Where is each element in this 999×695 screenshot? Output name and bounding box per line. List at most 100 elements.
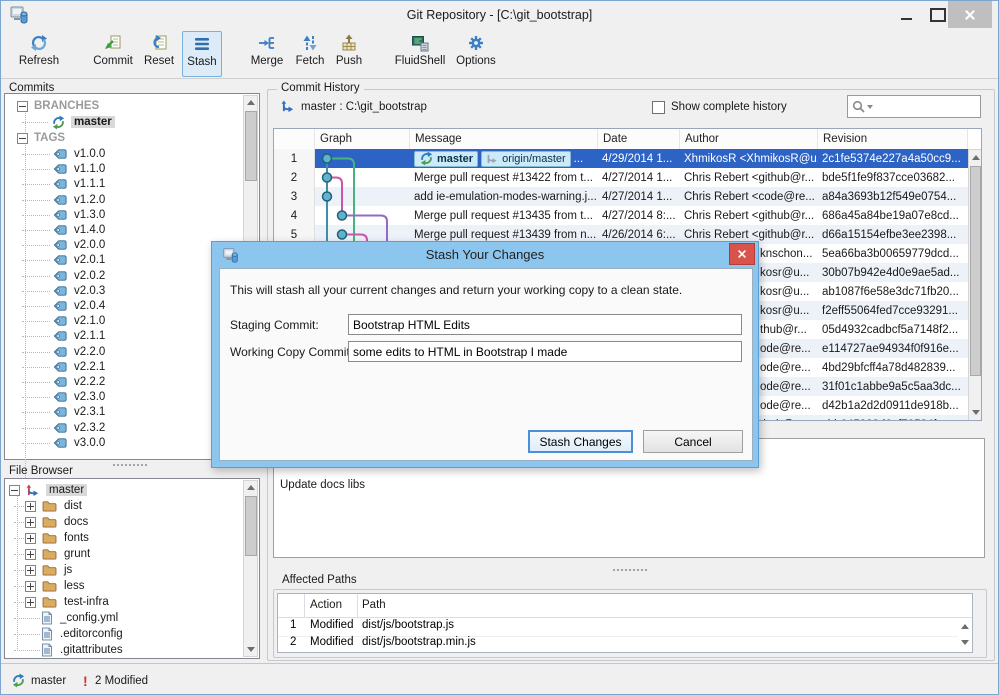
tree-item-folder[interactable]: test-infra bbox=[25, 594, 109, 610]
collapse-icon[interactable] bbox=[17, 133, 28, 144]
affected-path-row[interactable]: 2Modifieddist/js/bootstrap.min.js bbox=[278, 636, 958, 654]
column-header-graph[interactable]: Graph bbox=[315, 129, 410, 149]
column-header-date[interactable]: Date bbox=[598, 129, 680, 149]
tree-item-tag[interactable]: v1.2.0 bbox=[53, 192, 105, 208]
tree-item-tag[interactable]: v2.3.0 bbox=[53, 389, 105, 405]
merge-button[interactable]: Merge bbox=[246, 31, 288, 75]
expand-icon[interactable] bbox=[25, 597, 36, 608]
tree-item-tag[interactable]: v2.0.4 bbox=[53, 298, 105, 314]
scroll-up-icon[interactable] bbox=[972, 155, 980, 160]
commit-button[interactable]: Commit bbox=[91, 31, 135, 75]
options-button[interactable]: Options bbox=[453, 31, 499, 75]
tree-item-tag[interactable]: v2.1.0 bbox=[53, 313, 105, 329]
tree-item-tag[interactable]: v2.0.1 bbox=[53, 252, 105, 268]
expand-icon[interactable] bbox=[25, 565, 36, 576]
collapse-icon[interactable] bbox=[17, 101, 28, 112]
tree-item-tag[interactable]: v1.3.0 bbox=[53, 207, 105, 223]
scroll-down-icon[interactable] bbox=[247, 647, 255, 652]
stash-changes-button[interactable]: Stash Changes bbox=[528, 430, 633, 453]
tree-item-tags[interactable]: TAGS bbox=[17, 130, 65, 146]
expand-icon[interactable] bbox=[25, 533, 36, 544]
expand-icon[interactable] bbox=[25, 501, 36, 512]
tree-item-file[interactable]: .editorconfig bbox=[41, 626, 123, 642]
tree-item-fb-master[interactable]: master bbox=[9, 482, 87, 498]
cancel-button[interactable]: Cancel bbox=[643, 430, 743, 453]
commit-row[interactable]: 3add ie-emulation-modes-warning.j...4/27… bbox=[274, 187, 968, 206]
column-header-action[interactable]: Action bbox=[310, 599, 342, 611]
column-header-revision[interactable]: Revision bbox=[818, 129, 968, 149]
tree-item-tag[interactable]: v1.1.1 bbox=[53, 176, 105, 192]
tree-item-file[interactable]: _config.yml bbox=[41, 610, 118, 626]
tree-item-tag[interactable]: v1.0.0 bbox=[53, 146, 105, 162]
ref-badge[interactable]: master bbox=[414, 151, 478, 167]
tree-item-tag[interactable]: v2.1.1 bbox=[53, 328, 105, 344]
scroll-down-icon[interactable] bbox=[972, 410, 980, 415]
tree-item-branches[interactable]: BRANCHES bbox=[17, 98, 99, 114]
commit-row[interactable]: 2Merge pull request #13422 from t...4/27… bbox=[274, 168, 968, 187]
tree-item-file[interactable]: .gitattributes bbox=[41, 642, 123, 658]
tree-item-tag[interactable]: v2.2.2 bbox=[53, 374, 105, 390]
tree-item-tag[interactable]: v2.2.0 bbox=[53, 344, 105, 360]
tree-item-folder[interactable]: js bbox=[25, 562, 72, 578]
toolbar-label: Push bbox=[336, 55, 362, 67]
stash-button[interactable]: Stash bbox=[182, 31, 222, 77]
refresh-button[interactable]: Refresh bbox=[13, 31, 65, 75]
column-header-path[interactable]: Path bbox=[362, 599, 386, 611]
scroll-down-icon[interactable] bbox=[961, 640, 969, 645]
working-copy-commit-input[interactable] bbox=[348, 341, 742, 362]
expand-icon[interactable] bbox=[25, 517, 36, 528]
collapse-icon[interactable] bbox=[9, 485, 20, 496]
tree-item-tag[interactable]: v2.0.2 bbox=[53, 268, 105, 284]
tree-item-tag[interactable]: v2.0.3 bbox=[53, 283, 105, 299]
tree-item-folder[interactable]: dist bbox=[25, 498, 82, 514]
panel-splitter[interactable] bbox=[113, 464, 147, 466]
show-complete-history-checkbox[interactable] bbox=[652, 101, 665, 114]
title-bar[interactable]: Git Repository - [C:\git_bootstrap] bbox=[1, 1, 998, 29]
tree-item-tag[interactable]: v2.0.0 bbox=[53, 237, 105, 253]
tree-item-folder[interactable]: grunt bbox=[25, 546, 90, 562]
scroll-up-icon[interactable] bbox=[961, 624, 969, 629]
column-header-message[interactable]: Message bbox=[410, 129, 598, 149]
scroll-thumb[interactable] bbox=[245, 111, 257, 181]
expand-icon[interactable] bbox=[25, 581, 36, 592]
tree-item-tag[interactable]: v3.0.0 bbox=[53, 435, 105, 451]
scroll-up-icon[interactable] bbox=[247, 485, 255, 490]
date-cell: 4/29/2014 1... bbox=[598, 149, 680, 168]
table-scrollbar[interactable] bbox=[968, 149, 982, 421]
scroll-thumb[interactable] bbox=[970, 166, 981, 376]
search-input[interactable] bbox=[876, 97, 980, 118]
column-header-author[interactable]: Author bbox=[680, 129, 818, 149]
tree-item-tag[interactable]: v2.3.1 bbox=[53, 404, 105, 420]
scroll-up-icon[interactable] bbox=[247, 100, 255, 105]
dialog-title[interactable]: Stash Your Changes bbox=[212, 242, 758, 268]
scroll-thumb[interactable] bbox=[245, 496, 257, 556]
fetch-button[interactable]: Fetch bbox=[291, 31, 329, 75]
reset-button[interactable]: Reset bbox=[139, 31, 179, 75]
fluidshell-button[interactable]: FluidShell bbox=[389, 31, 451, 75]
details-splitter[interactable] bbox=[613, 569, 647, 571]
push-button[interactable]: Push bbox=[331, 31, 367, 75]
commit-row[interactable]: 4Merge pull request #13435 from t...4/27… bbox=[274, 206, 968, 225]
tree-item-branch-master[interactable]: master bbox=[51, 114, 115, 130]
affected-path-row[interactable]: 1Modifieddist/js/bootstrap.js bbox=[278, 619, 958, 637]
commit-row[interactable]: 1masterorigin/master...4/29/2014 1...Xhm… bbox=[274, 149, 968, 168]
dialog-close-button[interactable] bbox=[729, 243, 755, 265]
tree-item-tag[interactable]: v1.4.0 bbox=[53, 222, 105, 238]
revision-cell: d42b1a2d2d0911de918b... bbox=[818, 396, 968, 415]
tree-item-folder[interactable]: fonts bbox=[25, 530, 89, 546]
ref-badge[interactable]: origin/master bbox=[481, 151, 571, 167]
close-button[interactable] bbox=[948, 1, 992, 28]
toolbar-label: Reset bbox=[144, 55, 174, 67]
minimize-button[interactable] bbox=[891, 1, 921, 28]
tree-item-tag[interactable]: v2.2.1 bbox=[53, 359, 105, 375]
expand-icon[interactable] bbox=[25, 549, 36, 560]
file-browser-scrollbar[interactable] bbox=[243, 480, 258, 657]
tree-item-folder[interactable]: less bbox=[25, 578, 84, 594]
column-header[interactable] bbox=[274, 129, 315, 149]
tree-item-tag[interactable]: v2.3.2 bbox=[53, 420, 105, 436]
search-box[interactable] bbox=[847, 95, 981, 118]
tree-item-folder[interactable]: docs bbox=[25, 514, 88, 530]
search-dropdown-icon[interactable] bbox=[867, 105, 873, 109]
tree-item-tag[interactable]: v1.1.0 bbox=[53, 161, 105, 177]
staging-commit-input[interactable] bbox=[348, 314, 742, 335]
